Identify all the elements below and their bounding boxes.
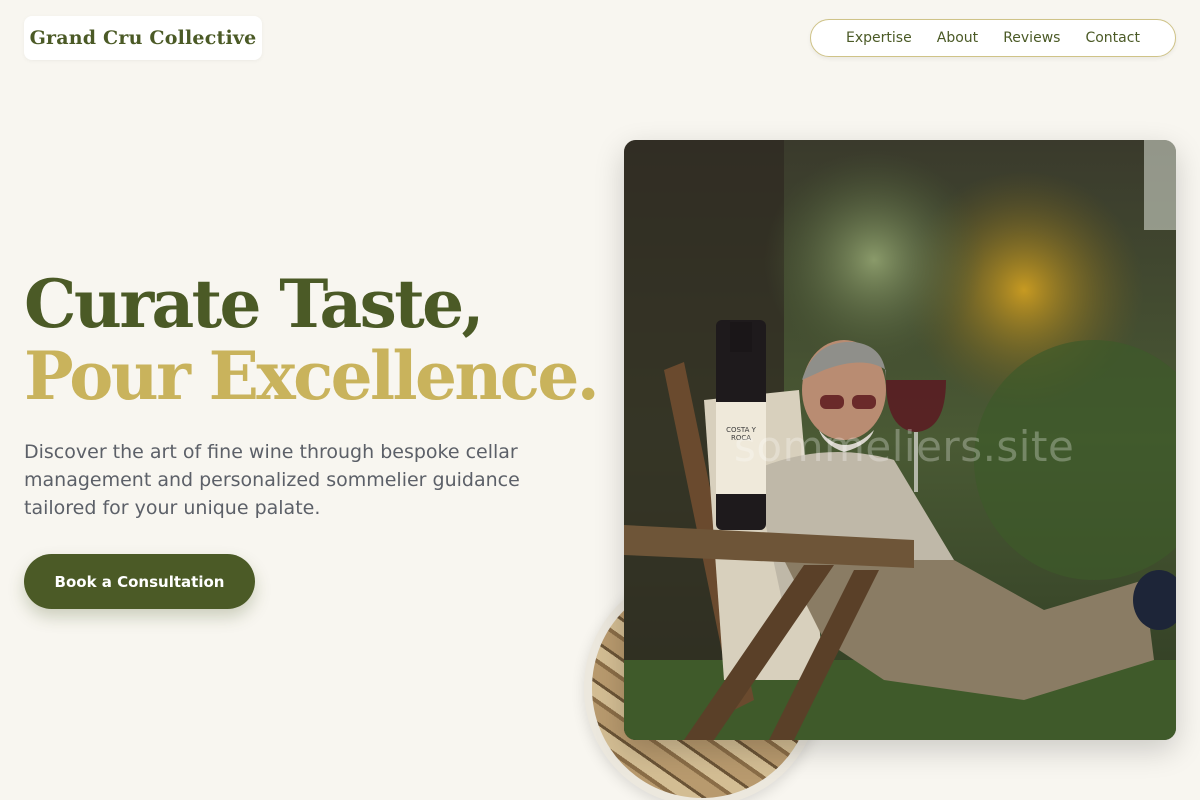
image-watermark: sommeliers.site [734,422,1075,471]
book-consultation-button[interactable]: Book a Consultation [24,554,255,609]
headline-line-1: Curate Taste, [24,265,484,343]
nav-item-expertise[interactable]: Expertise [846,30,912,46]
nav-item-reviews[interactable]: Reviews [1003,30,1060,46]
headline-line-2: Pour Excellence. [24,337,600,415]
nav-item-contact[interactable]: Contact [1085,30,1139,46]
sommelier-photo: COSTA Y ROCA sommeliers.site [624,140,1176,740]
main-nav: Expertise About Reviews Contact [810,19,1176,57]
hero-description: Discover the art of fine wine through be… [24,441,520,519]
brand-logo[interactable]: Grand Cru Collective [24,16,262,60]
hero-headline: Curate Taste, Pour Excellence. [24,265,600,415]
nav-item-about[interactable]: About [937,30,978,46]
